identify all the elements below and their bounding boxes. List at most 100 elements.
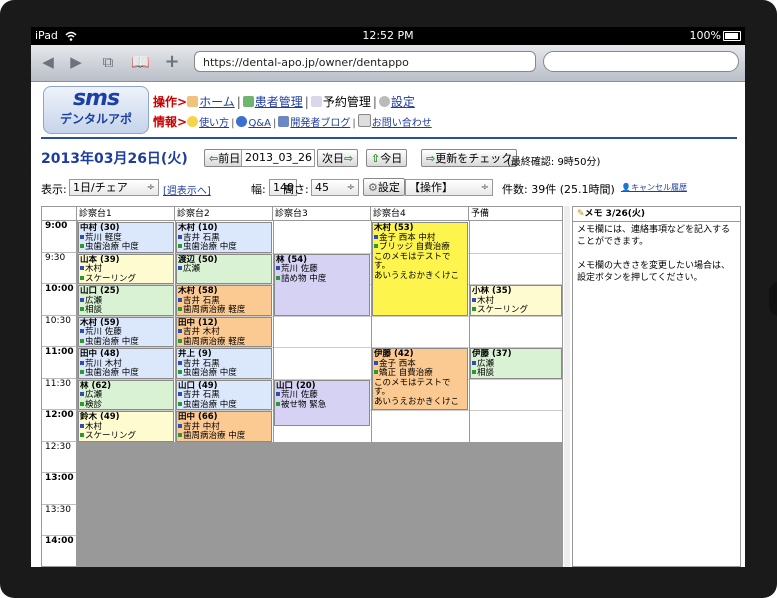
add-icon[interactable]: + bbox=[163, 53, 181, 71]
memo-title: ✎メモ 3/26(火) bbox=[573, 207, 740, 222]
tag-icon bbox=[472, 297, 476, 302]
appointment-detail: 歯周病治療 軽度 bbox=[178, 337, 270, 346]
menu-contact[interactable]: お問い合わせ bbox=[372, 118, 432, 129]
smile-icon bbox=[187, 116, 199, 127]
appointment-block[interactable]: 鈴木 (49) 木村 スケーリング bbox=[78, 411, 174, 442]
appointment-block[interactable]: 木村 (59) 荒川 佐藤 虫歯治療 中度 bbox=[78, 316, 174, 347]
appointment-detail-text: 虫歯治療 中度 bbox=[85, 242, 139, 252]
bookmarks-icon[interactable]: 📖 bbox=[131, 53, 150, 71]
appointment-block[interactable]: 木村 (58) 吉井 石黒 歯周病治療 軽度 bbox=[176, 285, 272, 316]
appointment-block[interactable]: 田中 (12) 吉井 木村 歯周病治療 軽度 bbox=[176, 316, 272, 347]
appointment-block[interactable]: 伊藤 (37) 広瀬 相談 bbox=[470, 348, 562, 379]
time-slot-label: 13:00 bbox=[42, 473, 77, 505]
appointment-detail-text: 相談 bbox=[477, 368, 495, 378]
tag-icon bbox=[472, 307, 476, 311]
column-header-2: 診察台2 bbox=[175, 207, 273, 221]
week-view-link[interactable]: [週表示へ] bbox=[163, 182, 211, 197]
next-day-button[interactable]: 次日⇨ bbox=[317, 149, 359, 167]
appointment-block[interactable]: 山口 (25) 広瀬 相談 bbox=[78, 285, 174, 316]
memo-body[interactable]: メモ欄には、連絡事項などを記入することができます。 メモ欄の大きさを変更したい場… bbox=[573, 222, 740, 298]
forward-arrow-icon[interactable]: ▶ bbox=[67, 53, 85, 71]
tag-icon bbox=[80, 297, 84, 302]
appointment-block[interactable]: 山口 (49) 吉井 石黒 虫歯治療 中度 bbox=[176, 379, 272, 410]
appointment-block[interactable]: 伊藤 (42) 金子 西本 矯正 自費治療 このメモはテストです。 あいうえおかきくけこ bbox=[372, 348, 468, 410]
menu-howto[interactable]: 使い方 bbox=[199, 118, 229, 129]
tag-icon bbox=[276, 392, 280, 396]
battery-icon bbox=[723, 31, 741, 41]
appointment-detail: 虫歯治療 中度 bbox=[178, 400, 270, 409]
appointment-block[interactable]: 小林 (35) 木村 スケーリング bbox=[470, 285, 562, 316]
browser-toolbar: ◀ ▶ ⧉ 📖 + https://dental-apo.jp/owner/de… bbox=[31, 45, 745, 82]
appointment-block[interactable]: 林 (62) 広瀬 検診 bbox=[78, 379, 174, 410]
appointment-detail-text: このメモはテストです。 bbox=[374, 251, 451, 271]
settings-button[interactable]: ⚙設定 bbox=[363, 178, 405, 196]
last-confirm-text: (最終確認: 9時50分) bbox=[507, 157, 601, 168]
search-input[interactable] bbox=[543, 51, 739, 72]
tag-icon bbox=[80, 275, 84, 280]
appointment-detail: 検診 bbox=[80, 400, 172, 409]
appointment-block[interactable]: 中村 (30) 荒川 軽度 虫歯治療 中度 bbox=[78, 222, 174, 253]
menu-qa[interactable]: Q&A bbox=[248, 118, 271, 129]
prev-day-button[interactable]: ⇦前日 bbox=[204, 149, 246, 167]
tag-icon bbox=[178, 244, 182, 248]
appointment-block[interactable]: 田中 (66) 吉井 中村 歯周病治療 中度 bbox=[176, 411, 272, 442]
tag-icon bbox=[178, 370, 182, 374]
question-icon bbox=[236, 116, 248, 127]
tag-icon bbox=[178, 423, 182, 428]
appointment-block[interactable]: 木村 (10) 吉井 石黒 虫歯治療 中度 bbox=[176, 222, 272, 253]
operations-select[interactable]: 【操作】 bbox=[405, 179, 493, 196]
tag-icon bbox=[80, 360, 84, 365]
ipad-screen: iPad 12:52 PM 100% ◀ ▶ ⧉ 📖 + https://den… bbox=[31, 27, 745, 567]
count-summary: 件数: 39件 (25.1時間) bbox=[502, 183, 615, 196]
appointment-block[interactable]: 木村 (53) 金子 西本 中村 ブリッジ 自費治療 このメモはテストです。 あいうえお… bbox=[372, 222, 468, 316]
today-button[interactable]: ⇧今日 bbox=[366, 149, 408, 167]
appointment-detail-text: 被せ物 緊急 bbox=[281, 399, 327, 410]
url-bar[interactable]: https://dental-apo.jp/owner/dentappo bbox=[194, 51, 536, 72]
tag-icon bbox=[276, 401, 280, 406]
appointment-detail-text: 吉井 石黒 bbox=[183, 295, 220, 306]
tag-icon bbox=[80, 244, 84, 248]
appointment-detail-text: 広瀬 bbox=[85, 390, 103, 400]
appointment-block[interactable]: 山本 (39) 木村 スケーリング bbox=[78, 253, 174, 284]
tabs-icon[interactable]: ⧉ bbox=[99, 53, 117, 71]
menu-blog[interactable]: 開発者ブログ bbox=[290, 118, 350, 129]
back-arrow-icon[interactable]: ◀ bbox=[39, 53, 57, 71]
cancel-history-link[interactable]: 👤キャンセル履歴 bbox=[621, 182, 687, 193]
gear-icon bbox=[378, 96, 390, 107]
memo-panel: ✎メモ 3/26(火) メモ欄には、連絡事項などを記入することができます。 メモ… bbox=[572, 206, 741, 567]
tag-icon bbox=[178, 433, 182, 437]
date-input[interactable]: 2013_03_26 bbox=[241, 149, 315, 167]
appointment-block[interactable]: 井上 (9) 吉井 石黒 虫歯治療 中度 bbox=[176, 348, 272, 379]
display-select[interactable]: 1日/チェア bbox=[69, 179, 159, 196]
person-icon: 👤 bbox=[621, 183, 631, 192]
menu-settings[interactable]: 設定 bbox=[391, 95, 415, 109]
check-updates-button[interactable]: ⇨更新をチェック bbox=[421, 149, 518, 167]
tag-icon bbox=[80, 307, 84, 311]
home-button[interactable] bbox=[769, 282, 777, 316]
appointment-detail-text: 吉井 木村 bbox=[183, 327, 220, 337]
schedule-scrollbar[interactable] bbox=[564, 206, 570, 567]
height-select[interactable]: 45 bbox=[311, 179, 359, 196]
tag-icon bbox=[80, 392, 84, 396]
menu-reservations[interactable]: 予約管理 bbox=[323, 95, 371, 109]
appointment-block[interactable]: 林 (54) 荒川 佐藤 詰め物 中度 bbox=[274, 253, 370, 316]
appointment-detail-text: スケーリング bbox=[477, 305, 529, 315]
appointment-block[interactable]: 山口 (20) 荒川 佐藤 被せ物 緊急 bbox=[274, 379, 370, 426]
appointment-detail-text: 相談 bbox=[85, 305, 103, 315]
appointment-block[interactable]: 田中 (48) 荒川 木村 虫歯治療 中度 bbox=[78, 348, 174, 379]
sms-dental-apo-logo[interactable]: sms デンタルアポ bbox=[43, 86, 149, 134]
tag-icon bbox=[178, 266, 182, 270]
menu-patients[interactable]: 患者管理 bbox=[255, 95, 303, 109]
settings-label: 設定 bbox=[377, 181, 400, 194]
next-day-label: 次日 bbox=[322, 152, 344, 165]
tag-icon bbox=[80, 329, 84, 333]
display-label: 表示: bbox=[41, 183, 67, 196]
appointment-detail-text: 詰め物 中度 bbox=[281, 273, 327, 284]
appointment-block[interactable]: 渡辺 (50) 広瀬 bbox=[176, 253, 272, 284]
time-slot-label: 9:30 bbox=[42, 252, 77, 284]
menu-home[interactable]: ホーム bbox=[199, 95, 235, 109]
tag-icon bbox=[178, 338, 182, 343]
memo-text-1: メモ欄には、連絡事項などを記入することができます。 bbox=[577, 225, 731, 247]
tag-icon bbox=[276, 275, 280, 280]
tag-icon bbox=[80, 338, 84, 343]
